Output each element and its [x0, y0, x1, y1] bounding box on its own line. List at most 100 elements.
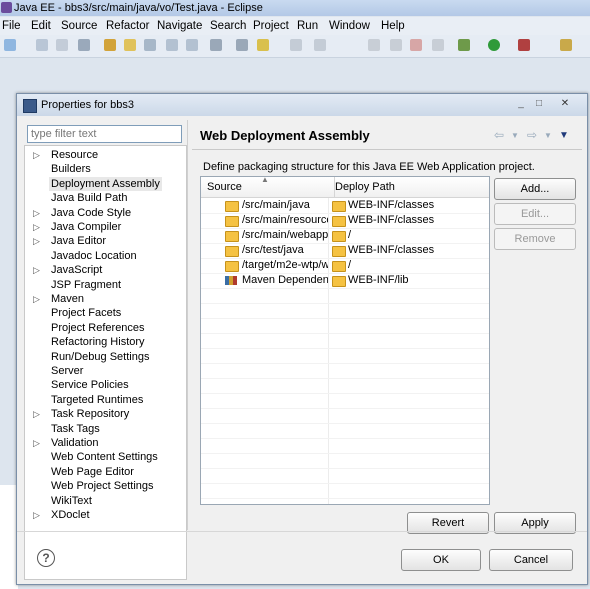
mark-icon[interactable]: [257, 39, 269, 51]
folder-icon: [225, 231, 239, 242]
nav-item[interactable]: ▷ Java Code Style: [25, 206, 184, 220]
nav-item[interactable]: Project References: [25, 321, 184, 335]
expand-arrow-icon[interactable]: ▷: [33, 436, 41, 450]
menu-run[interactable]: Run: [297, 17, 318, 35]
back-menu-icon[interactable]: ▼: [511, 131, 519, 140]
nav-item[interactable]: WikiText: [25, 494, 184, 508]
nav-item[interactable]: Service Policies: [25, 378, 184, 392]
build-icon[interactable]: [104, 39, 116, 51]
nav-item[interactable]: Targeted Runtimes: [25, 393, 184, 407]
table-row[interactable]: /src/main/webapp /: [201, 228, 489, 243]
nav-item[interactable]: ▷ Maven: [25, 292, 184, 306]
menu-search[interactable]: Search: [210, 17, 246, 35]
tool-icon[interactable]: [144, 39, 156, 51]
open-type-icon[interactable]: [166, 39, 178, 51]
expand-arrow-icon[interactable]: ▷: [33, 220, 41, 234]
table-row[interactable]: /src/main/resource WEB-INF/classes: [201, 213, 489, 228]
expand-arrow-icon[interactable]: ▷: [33, 407, 41, 421]
sort-up-icon: ▲: [261, 176, 269, 184]
nav-item[interactable]: Web Page Editor: [25, 465, 184, 479]
maximize-icon[interactable]: □: [531, 97, 547, 111]
open-resource-icon[interactable]: [186, 39, 198, 51]
expand-arrow-icon[interactable]: ▷: [33, 292, 41, 306]
menu-refactor[interactable]: Refactor: [106, 17, 149, 35]
back-icon[interactable]: [290, 39, 302, 51]
remove-button[interactable]: Remove: [494, 228, 576, 250]
row-gridline: [201, 348, 489, 349]
close-icon[interactable]: ✕: [557, 97, 573, 111]
expand-arrow-icon[interactable]: ▷: [33, 206, 41, 220]
column-deploy-path[interactable]: Deploy Path: [335, 177, 489, 198]
terminate-icon[interactable]: [410, 39, 422, 51]
new-icon[interactable]: [4, 39, 16, 51]
nav-item[interactable]: Web Project Settings: [25, 479, 184, 493]
nav-item[interactable]: Javadoc Location: [25, 249, 184, 263]
table-row[interactable]: /target/m2e-wtp/w /: [201, 258, 489, 273]
filter-input[interactable]: type filter text: [27, 125, 182, 143]
menu-source[interactable]: Source: [61, 17, 97, 35]
help-icon[interactable]: ?: [37, 549, 55, 567]
format-icon[interactable]: [236, 39, 248, 51]
expand-arrow-icon[interactable]: ▷: [33, 234, 41, 248]
nav-item[interactable]: Deployment Assembly: [25, 176, 184, 191]
external-tools-icon[interactable]: [518, 39, 530, 51]
save-icon[interactable]: [36, 39, 48, 51]
column-source[interactable]: Source ▲: [201, 177, 335, 198]
nav-item[interactable]: ▷ XDoclet: [25, 508, 184, 522]
expand-arrow-icon[interactable]: ▷: [33, 508, 41, 522]
menu-project[interactable]: Project: [253, 17, 289, 35]
step-icon[interactable]: [368, 39, 380, 51]
deploy-path-cell: WEB-INF/classes: [348, 244, 435, 256]
menu-edit[interactable]: Edit: [31, 17, 51, 35]
nav-item[interactable]: ▷ Java Compiler: [25, 220, 184, 234]
nav-splitter[interactable]: [187, 120, 188, 530]
forward-arrow-icon[interactable]: ⇨: [527, 128, 537, 142]
menu-file[interactable]: File: [2, 17, 21, 35]
nav-item[interactable]: ▷ Java Editor: [25, 234, 184, 248]
ok-button[interactable]: OK: [401, 549, 481, 571]
nav-item[interactable]: ▷ Resource: [25, 148, 184, 162]
nav-item[interactable]: Server: [25, 364, 184, 378]
expand-arrow-icon[interactable]: ▷: [33, 148, 41, 162]
nav-item[interactable]: Project Facets: [25, 306, 184, 320]
disconnect-icon[interactable]: [432, 39, 444, 51]
cancel-button[interactable]: Cancel: [489, 549, 573, 571]
menu-help[interactable]: Help: [381, 17, 405, 35]
nav-item[interactable]: ▷ Task Repository: [25, 407, 184, 421]
expand-arrow-icon[interactable]: ▷: [33, 263, 41, 277]
print-icon[interactable]: [78, 39, 90, 51]
folder-icon: [225, 216, 239, 227]
menu-window[interactable]: Window: [329, 17, 370, 35]
table-row[interactable]: /src/test/java WEB-INF/classes: [201, 243, 489, 258]
save-all-icon[interactable]: [56, 39, 68, 51]
nav-item[interactable]: JSP Fragment: [25, 278, 184, 292]
nav-item-label: Web Page Editor: [51, 465, 134, 478]
debug-icon[interactable]: [458, 39, 470, 51]
view-menu-icon[interactable]: ▼: [559, 130, 569, 141]
add-button[interactable]: Add...: [494, 178, 576, 200]
server-icon[interactable]: [560, 39, 572, 51]
nav-item[interactable]: Builders: [25, 162, 184, 176]
nav-item[interactable]: Java Build Path: [25, 191, 184, 205]
nav-item[interactable]: Refactoring History: [25, 335, 184, 349]
nav-item[interactable]: Web Content Settings: [25, 450, 184, 464]
table-row[interactable]: /src/main/java WEB-INF/classes: [201, 198, 489, 213]
run-icon[interactable]: [488, 39, 500, 51]
row-gridline: [201, 378, 489, 379]
menu-navigate[interactable]: Navigate: [157, 17, 202, 35]
forward-icon[interactable]: [314, 39, 326, 51]
forward-menu-icon[interactable]: ▼: [544, 131, 552, 140]
folder-icon: [332, 246, 346, 257]
edit-button[interactable]: Edit...: [494, 203, 576, 225]
nav-item[interactable]: Task Tags: [25, 422, 184, 436]
suspend-icon[interactable]: [390, 39, 402, 51]
edit-icon[interactable]: [124, 39, 136, 51]
back-arrow-icon[interactable]: ⇦: [494, 128, 504, 142]
toggle-icon[interactable]: [210, 39, 222, 51]
nav-item[interactable]: ▷ Validation: [25, 436, 184, 450]
nav-item[interactable]: ▷ JavaScript: [25, 263, 184, 277]
minimize-icon[interactable]: _: [513, 97, 529, 111]
nav-item[interactable]: Run/Debug Settings: [25, 350, 184, 364]
maven-library-icon: [225, 275, 238, 285]
table-row[interactable]: Maven Dependenc WEB-INF/lib: [201, 273, 489, 288]
